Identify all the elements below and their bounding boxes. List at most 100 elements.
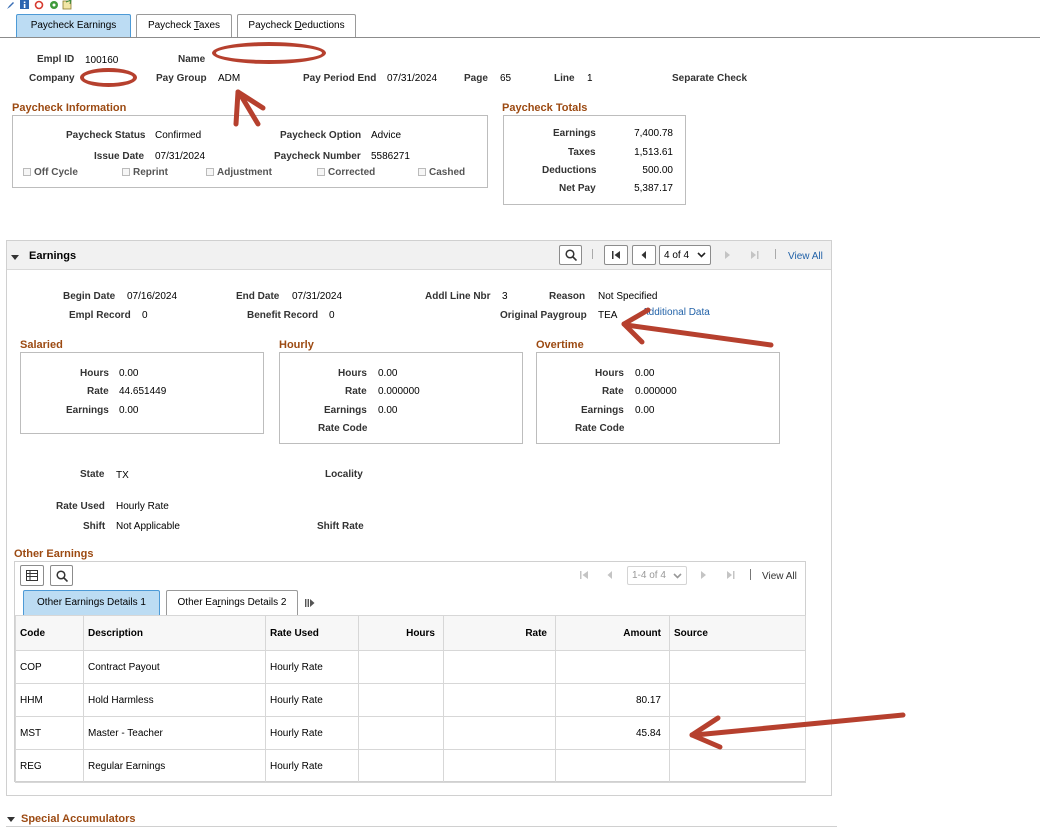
chevron-down-icon — [673, 572, 682, 579]
earnings-prev-button[interactable] — [632, 245, 656, 265]
shift-rate-label: Shift Rate — [317, 521, 364, 532]
cashed-checkbox[interactable]: Cashed — [418, 167, 465, 178]
other-prev-button[interactable] — [605, 570, 613, 583]
cell-source — [669, 716, 806, 750]
paycheck-status-value: Confirmed — [155, 130, 202, 141]
other-earnings-pager-value: 1-4 of 4 — [632, 570, 666, 581]
tab-paycheck-taxes[interactable]: Paycheck Taxes — [136, 14, 232, 38]
salaried-rate-value: 44.651449 — [119, 386, 167, 397]
rate-used-value: Hourly Rate — [116, 501, 169, 512]
adjustment-checkbox[interactable]: Adjustment — [206, 167, 272, 178]
tab-paycheck-deductions[interactable]: Paycheck Deductions — [237, 14, 356, 38]
reprint-checkbox[interactable]: Reprint — [122, 167, 168, 178]
overtime-rate-value: 0.000000 — [635, 386, 677, 397]
column-header-rate[interactable]: Rate — [443, 615, 556, 651]
earnings-title: Earnings — [29, 250, 77, 262]
tab-other-earnings-details-1[interactable]: Other Earnings Details 1 — [23, 590, 160, 615]
earnings-search-button[interactable] — [559, 245, 582, 265]
overtime-rate-code-label: Rate Code — [575, 423, 625, 434]
other-earnings-row-select[interactable]: 1-4 of 4 — [627, 566, 687, 585]
cell-description: Hold Harmless — [83, 683, 266, 717]
begin-date-value: 07/16/2024 — [127, 291, 178, 302]
empl-record-label: Empl Record — [69, 310, 131, 321]
overtime-hours-value: 0.00 — [635, 368, 655, 379]
salaried-earnings-value: 0.00 — [119, 405, 139, 416]
addl-line-label: Addl Line Nbr — [425, 291, 491, 302]
cell-code: MST — [15, 716, 84, 750]
other-earnings-table: Code Description Rate Used Hours Rate Am… — [15, 615, 806, 783]
settings-icon[interactable] — [50, 1, 58, 9]
tab-label: Other Ea — [177, 597, 218, 608]
pay-group-value: ADM — [218, 73, 241, 84]
redaction-oval-company — [80, 68, 137, 87]
tab-paycheck-earnings[interactable]: Paycheck Earnings — [16, 14, 131, 38]
cell-source — [669, 683, 806, 717]
cell-rate — [443, 749, 556, 783]
reason-value: Not Specified — [598, 291, 658, 302]
other-earnings-search-button[interactable] — [50, 565, 73, 586]
off-cycle-label: Off Cycle — [34, 167, 78, 178]
other-next-button[interactable] — [700, 570, 708, 583]
personalize-grid-button[interactable] — [20, 565, 44, 586]
tab-label: Paycheck — [248, 20, 295, 31]
overtime-rate-label: Rate — [602, 386, 624, 397]
cell-hours — [358, 716, 444, 750]
line-label: Line — [554, 73, 575, 84]
overtime-hours-label: Hours — [595, 368, 624, 379]
refresh-icon[interactable] — [34, 0, 44, 10]
corrected-checkbox[interactable]: Corrected — [317, 167, 375, 178]
issue-date-label: Issue Date — [94, 151, 145, 162]
earnings-next-button[interactable] — [724, 250, 732, 263]
pay-group-label: Pay Group — [156, 73, 207, 84]
original-paygroup-value: TEA — [598, 310, 618, 321]
cell-rate — [443, 650, 556, 684]
earnings-view-all-link[interactable]: View All — [788, 251, 823, 262]
state-value: TX — [116, 470, 129, 481]
other-first-button[interactable] — [579, 570, 589, 583]
tab-label: nings Details 2 — [220, 597, 287, 608]
info-icon[interactable] — [20, 0, 29, 9]
edit-icon[interactable] — [7, 2, 14, 9]
table-row: COP Contract Payout Hourly Rate — [15, 650, 806, 684]
earnings-collapse-icon[interactable] — [11, 253, 19, 264]
off-cycle-checkbox[interactable]: Off Cycle — [23, 167, 78, 178]
show-all-columns-icon[interactable] — [305, 598, 315, 611]
column-header-hours[interactable]: Hours — [358, 615, 444, 651]
last-page-icon — [751, 251, 759, 259]
tab-other-earnings-details-2[interactable]: Other Earnings Details 2 — [166, 590, 298, 615]
other-earnings-title: Other Earnings — [14, 548, 94, 560]
cell-code: HHM — [15, 683, 84, 717]
separator — [775, 249, 776, 259]
totals-taxes-label: Taxes — [568, 147, 596, 158]
additional-data-link[interactable]: Additional Data — [642, 307, 710, 318]
toolbar — [6, 0, 96, 10]
totals-deductions-value: 500.00 — [642, 165, 673, 176]
hourly-rate-label: Rate — [345, 386, 367, 397]
earnings-row-select[interactable]: 4 of 4 — [659, 245, 711, 265]
column-header-rate-used[interactable]: Rate Used — [265, 615, 359, 651]
empl-record-value: 0 — [142, 310, 148, 321]
totals-deductions-label: Deductions — [542, 165, 597, 176]
cell-rate-used: Hourly Rate — [265, 683, 359, 717]
cashed-label: Cashed — [429, 167, 466, 178]
column-header-source[interactable]: Source — [669, 615, 806, 651]
table-row: HHM Hold Harmless Hourly Rate 80.17 — [15, 683, 806, 717]
reprint-label: Reprint — [133, 167, 168, 178]
other-last-button[interactable] — [726, 570, 736, 583]
paycheck-number-value: 5586271 — [371, 151, 410, 162]
notes-icon[interactable] — [62, 0, 72, 10]
tab-label: axes — [198, 20, 221, 31]
hourly-box — [279, 352, 523, 444]
other-earnings-view-all[interactable]: View All — [762, 571, 797, 582]
cell-amount: 45.84 — [555, 716, 670, 750]
earnings-first-button[interactable] — [604, 245, 628, 265]
earnings-last-button[interactable] — [750, 250, 760, 263]
column-header-amount[interactable]: Amount — [555, 615, 670, 651]
column-header-code[interactable]: Code — [15, 615, 84, 651]
tab-label: eductions — [301, 20, 345, 31]
column-header-description[interactable]: Description — [83, 615, 266, 651]
special-accumulators-collapse-icon[interactable] — [7, 815, 15, 826]
next-icon — [725, 251, 730, 259]
salaried-earnings-label: Earnings — [66, 405, 109, 416]
cell-source — [669, 749, 806, 783]
